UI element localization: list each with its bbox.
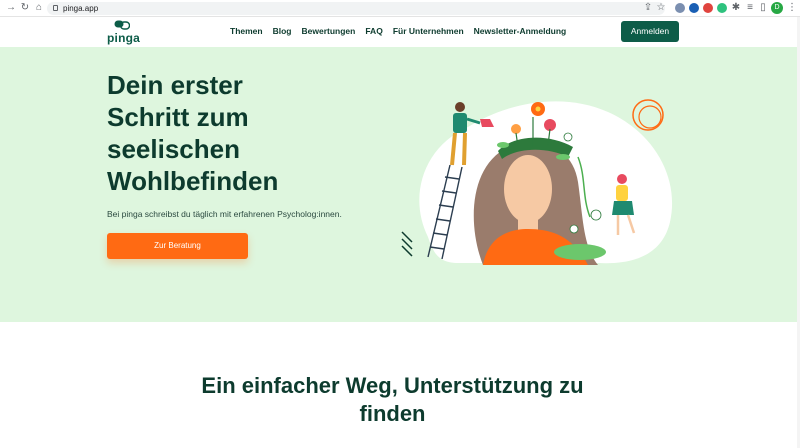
profile-avatar[interactable]: D bbox=[771, 2, 783, 14]
man-arm bbox=[466, 117, 481, 125]
speech-bubble-logo-icon bbox=[114, 20, 130, 30]
media-list-icon[interactable]: ≡ bbox=[744, 2, 756, 14]
bush-shape bbox=[554, 244, 606, 260]
sidebar-icon[interactable]: ▯ bbox=[757, 2, 769, 14]
girl-skirt bbox=[612, 201, 634, 215]
logo[interactable]: pinga bbox=[107, 20, 140, 45]
leaf-icon bbox=[556, 154, 570, 160]
reload-icon[interactable]: ↻ bbox=[19, 2, 31, 14]
hero-subtitle: Bei pinga schreibst du täglich mit erfah… bbox=[107, 209, 342, 219]
woman-head-garden-illustration bbox=[401, 99, 673, 265]
extension-red-icon[interactable] bbox=[703, 3, 713, 13]
extension-green-icon[interactable] bbox=[717, 3, 727, 13]
extension-mic-icon[interactable] bbox=[675, 3, 685, 13]
section-title: Ein einfacher Weg, Unterstützung zu find… bbox=[201, 373, 584, 426]
home-icon[interactable]: ⌂ bbox=[33, 2, 45, 14]
nav-item-blog[interactable]: Blog bbox=[273, 26, 292, 36]
decorative-stripes bbox=[401, 231, 413, 257]
extension-shield-icon[interactable] bbox=[689, 3, 699, 13]
flower-center-icon bbox=[535, 106, 541, 112]
flower-icon bbox=[563, 132, 573, 142]
nav-item-faq[interactable]: FAQ bbox=[365, 26, 382, 36]
cta-button[interactable]: Zur Beratung bbox=[107, 233, 248, 259]
nav-item-themen[interactable]: Themen bbox=[230, 26, 263, 36]
menu-kebab-icon[interactable]: ⋮ bbox=[786, 2, 798, 14]
bookmark-star-icon[interactable]: ☆ bbox=[655, 2, 667, 14]
lock-icon bbox=[53, 5, 58, 11]
face-shape bbox=[504, 155, 552, 223]
flower-icon bbox=[590, 209, 602, 221]
browser-toolbar: → ↻ ⌂ pinga.app ⇪ ☆ ✱ ≡ ▯ D ⋮ bbox=[0, 0, 800, 17]
main-nav: Themen Blog Bewertungen FAQ Für Unterneh… bbox=[230, 26, 566, 36]
hero-section: Dein erster Schritt zum seelischen Wohlb… bbox=[0, 47, 797, 322]
share-icon[interactable]: ⇪ bbox=[642, 2, 654, 14]
nav-item-fuer-unternehmen[interactable]: Für Unternehmen bbox=[393, 26, 464, 36]
man-shirt bbox=[453, 113, 467, 133]
address-bar[interactable]: pinga.app bbox=[47, 2, 665, 15]
man-head bbox=[455, 102, 465, 112]
forward-arrow-icon[interactable]: → bbox=[5, 2, 17, 14]
nav-item-newsletter[interactable]: Newsletter-Anmeldung bbox=[474, 26, 567, 36]
girl-shirt bbox=[616, 185, 628, 201]
girl-head bbox=[617, 174, 627, 184]
login-button[interactable]: Anmelden bbox=[621, 21, 679, 42]
url-text: pinga.app bbox=[63, 4, 99, 13]
flower-icon bbox=[511, 124, 521, 134]
flower-icon bbox=[569, 224, 579, 234]
extensions-puzzle-icon[interactable]: ✱ bbox=[730, 2, 742, 14]
hero-title: Dein erster Schritt zum seelischen Wohlb… bbox=[107, 70, 279, 196]
leaf-icon bbox=[497, 142, 509, 148]
sun-circle-icon bbox=[632, 99, 664, 131]
logo-text: pinga bbox=[107, 31, 140, 45]
sun-inner-circle-icon bbox=[638, 105, 662, 129]
nav-item-bewertungen[interactable]: Bewertungen bbox=[301, 26, 355, 36]
